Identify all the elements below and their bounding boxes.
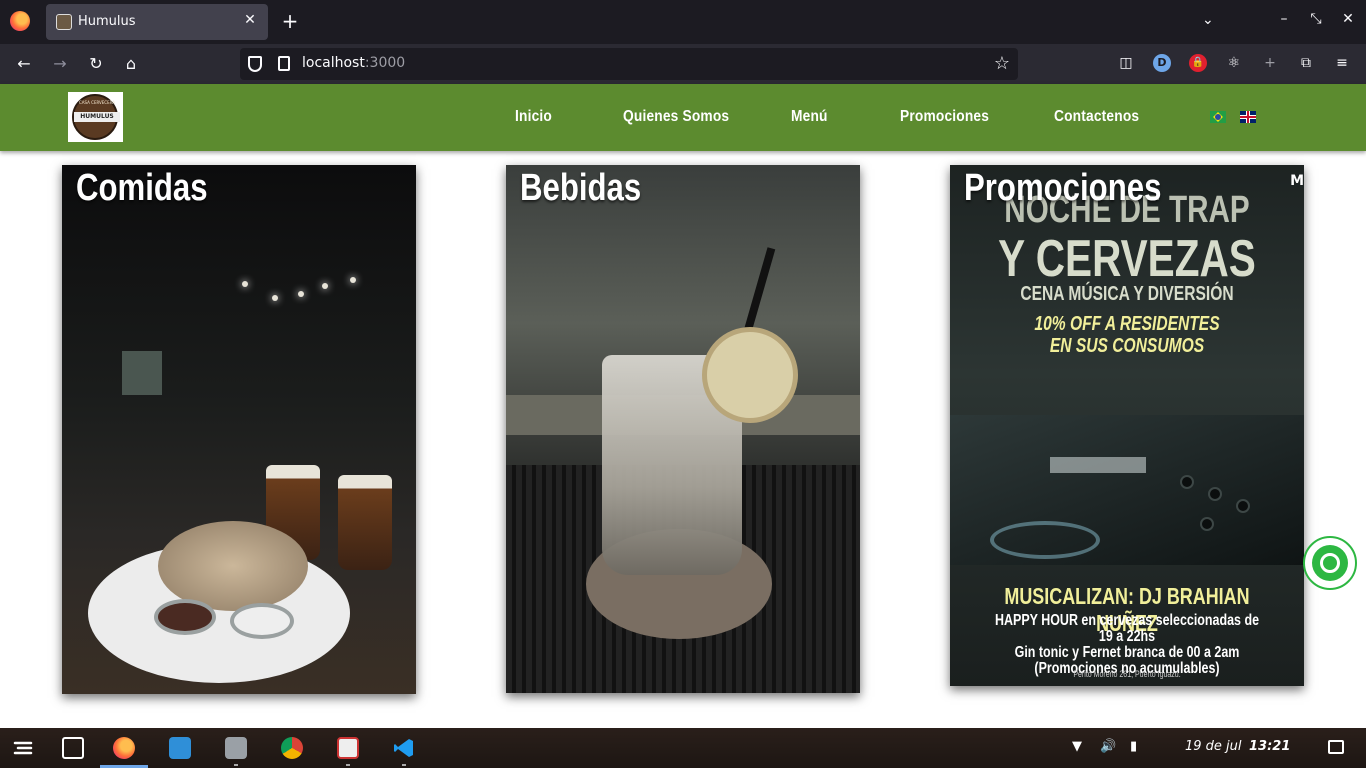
card-title-bebidas: Bebidas: [520, 167, 642, 209]
desktop-taskbar: ▼ 🔊 ▮ 19 de jul 13:21: [0, 728, 1366, 768]
bookmark-star-icon[interactable]: ☆: [994, 53, 1010, 74]
pocket-icon[interactable]: ◫: [1117, 54, 1135, 72]
minimize-icon[interactable]: –: [1274, 11, 1294, 27]
show-desktop-icon[interactable]: [1328, 740, 1344, 754]
poster-line-2: Y CERVEZAS: [998, 230, 1256, 288]
list-all-tabs-icon[interactable]: ⌄: [1202, 12, 1214, 28]
workspaces-icon[interactable]: [62, 737, 84, 759]
poster-address: Perito Moreno 261, Puerto Iguazú.: [1073, 669, 1181, 679]
browser-navigation-bar: ← → ↻ ⌂ localhost:3000 ☆ ◫ D 🔒 ⚛ + ⧉ ≡: [0, 44, 1366, 84]
running-indicator: [346, 764, 350, 766]
start-menu-icon[interactable]: [12, 737, 34, 759]
chrome-icon[interactable]: [281, 737, 303, 759]
string-light: [242, 281, 248, 287]
poster-line-5: EN SUS CONSUMOS: [1049, 335, 1205, 357]
firefox-icon[interactable]: [10, 11, 30, 31]
wifi-icon[interactable]: ▼: [1072, 739, 1082, 754]
card-title-promociones: Promociones: [964, 167, 1162, 209]
browser-tab-bar: Humulus ✕ + ⌄ – ⤡ ✕: [0, 0, 1366, 44]
nav-inicio[interactable]: Inicio: [515, 108, 552, 126]
card-title-comidas: Comidas: [76, 167, 208, 209]
url-text[interactable]: localhost:3000: [302, 55, 405, 71]
firefox-taskbar-icon[interactable]: [113, 737, 135, 759]
poster-line-4: 10% OFF A RESIDENTES: [1034, 313, 1220, 335]
mixer-knob: [1180, 475, 1194, 489]
address-bar[interactable]: localhost:3000 ☆: [240, 48, 1018, 80]
mixer-screen: [1050, 457, 1146, 473]
new-tab-button[interactable]: +: [280, 10, 300, 32]
taskbar-date[interactable]: 19 de jul: [1185, 739, 1242, 754]
logo-top-text: CASA CERVECERA: [79, 100, 115, 105]
tab-humulus[interactable]: Humulus ✕: [46, 4, 268, 40]
running-indicator: [234, 764, 238, 766]
file-manager-icon[interactable]: [225, 737, 247, 759]
string-light: [350, 277, 356, 283]
card-comidas[interactable]: Comidas: [62, 165, 416, 694]
react-devtools-icon[interactable]: ⚛: [1225, 54, 1243, 72]
forward-icon[interactable]: →: [48, 54, 72, 73]
poster-line-3: CENA MÚSICA Y DIVERSIÓN: [1020, 283, 1234, 305]
text-editor-icon[interactable]: [337, 737, 359, 759]
nav-contactenos[interactable]: Contactenos: [1054, 108, 1139, 126]
poster-corner-letter: M: [1290, 173, 1304, 189]
home-icon[interactable]: ⌂: [119, 54, 143, 73]
extensions-puzzle-icon[interactable]: ⧉: [1297, 54, 1315, 72]
fried-calamari: [158, 521, 308, 611]
beer-glass: [338, 475, 392, 570]
whatsapp-button[interactable]: [1303, 536, 1357, 590]
crosshair-extension-icon[interactable]: +: [1261, 54, 1279, 72]
nav-menu[interactable]: Menú: [791, 108, 828, 126]
uk-flag-icon[interactable]: [1240, 111, 1256, 123]
nav-promociones[interactable]: Promociones: [900, 108, 989, 126]
logo-badge: CASA CERVECERA HUMULUS: [72, 94, 120, 140]
poster-happy-1: HAPPY HOUR en cervezas seleccionadas de …: [994, 612, 1260, 645]
tracking-protection-shield-icon[interactable]: [248, 56, 262, 72]
taskbar-time[interactable]: 13:21: [1249, 739, 1290, 754]
mixer-knob: [1200, 517, 1214, 531]
software-store-icon[interactable]: [169, 737, 191, 759]
hamburger-menu-icon[interactable]: ≡: [1333, 54, 1351, 72]
sauce-bowl: [230, 603, 294, 639]
battery-icon[interactable]: ▮: [1130, 739, 1137, 754]
back-icon[interactable]: ←: [12, 54, 36, 73]
card-bebidas[interactable]: Bebidas: [506, 165, 860, 693]
password-manager-icon[interactable]: 🔒: [1189, 54, 1207, 72]
whatsapp-icon: [1312, 545, 1348, 581]
string-light: [322, 283, 328, 289]
reload-icon[interactable]: ↻: [84, 54, 108, 73]
restore-icon[interactable]: ⤡: [1306, 11, 1326, 27]
string-light: [298, 291, 304, 297]
volume-icon[interactable]: 🔊: [1100, 739, 1116, 754]
close-window-icon[interactable]: ✕: [1338, 11, 1358, 27]
profile-extension-icon[interactable]: D: [1153, 54, 1171, 72]
mixer-knob: [1236, 499, 1250, 513]
humulus-logo[interactable]: CASA CERVECERA HUMULUS: [68, 92, 123, 142]
string-light: [272, 295, 278, 301]
close-tab-icon[interactable]: ✕: [240, 12, 260, 28]
vscode-icon[interactable]: [393, 737, 415, 759]
lemon-slice: [702, 327, 798, 423]
sauce-bowl: [154, 599, 216, 635]
logo-text: HUMULUS: [80, 113, 114, 120]
site-header: CASA CERVECERA HUMULUS Inicio Quienes So…: [0, 84, 1366, 151]
poster-happy-hour: HAPPY HOUR en cervezas seleccionadas de …: [989, 613, 1265, 677]
nav-quienes-somos[interactable]: Quienes Somos: [623, 108, 729, 126]
brazil-flag-icon[interactable]: [1210, 111, 1226, 123]
running-indicator: [402, 764, 406, 766]
poster-happy-2: Gin tonic y Fernet branca de 00 a 2am: [1014, 644, 1240, 661]
card-promociones[interactable]: Promociones M NOCHE DE TRAP Y CERVEZAS C…: [950, 165, 1304, 686]
page-info-icon[interactable]: [278, 56, 290, 71]
tab-title: Humulus: [78, 14, 136, 29]
bar-window: [122, 351, 162, 395]
humulus-favicon-icon: [56, 14, 72, 30]
poster-offer: 10% OFF A RESIDENTES EN SUS CONSUMOS: [989, 313, 1265, 357]
mixer-knob: [1208, 487, 1222, 501]
jog-wheel: [990, 521, 1100, 559]
